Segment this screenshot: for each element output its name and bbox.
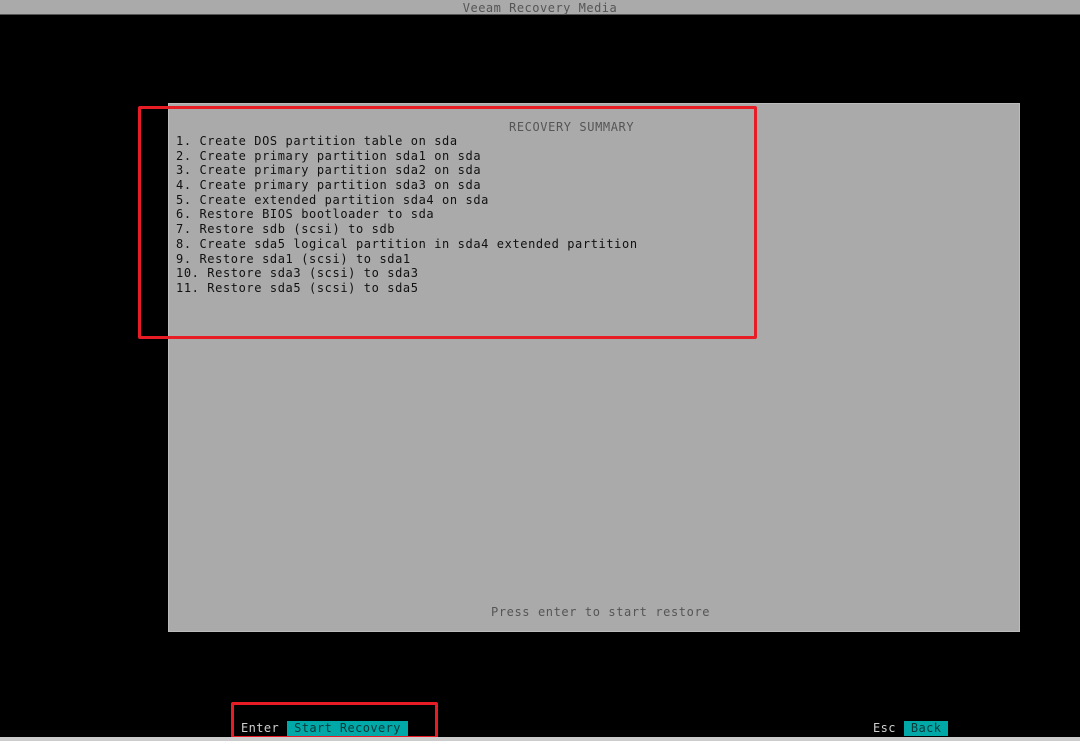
enter-key-label: Enter xyxy=(241,721,280,735)
recovery-step: 9. Restore sda1 (scsi) to sda1 xyxy=(176,251,411,266)
recovery-media-screen: Veeam Recovery Media RECOVERY SUMMARY 1.… xyxy=(0,0,1080,741)
recovery-step: 4. Create primary partition sda3 on sda xyxy=(176,178,482,193)
start-restore-hint: Press enter to start restore xyxy=(491,605,711,619)
start-recovery-shortcut[interactable]: Enter Start Recovery xyxy=(241,721,408,736)
recovery-step: 10. Restore sda3 (scsi) to sda3 xyxy=(176,266,419,281)
recovery-steps-list: 1. Create DOS partition table on sda 2. … xyxy=(176,134,638,296)
bottom-divider xyxy=(0,737,1080,741)
back-button[interactable]: Back xyxy=(903,721,949,736)
recovery-step: 3. Create primary partition sda2 on sda xyxy=(176,163,482,178)
start-recovery-button[interactable]: Start Recovery xyxy=(287,721,408,736)
recovery-step: 11. Restore sda5 (scsi) to sda5 xyxy=(176,280,419,295)
title-bar: Veeam Recovery Media xyxy=(0,0,1080,15)
back-shortcut[interactable]: Esc Back xyxy=(873,721,949,736)
recovery-step: 8. Create sda5 logical partition in sda4… xyxy=(176,236,638,251)
window-title: Veeam Recovery Media xyxy=(462,1,618,15)
recovery-step: 2. Create primary partition sda1 on sda xyxy=(176,148,482,163)
esc-key-label: Esc xyxy=(873,721,896,735)
recovery-summary-panel: RECOVERY SUMMARY 1. Create DOS partition… xyxy=(168,103,1020,632)
recovery-step: 5. Create extended partition sda4 on sda xyxy=(176,192,489,207)
recovery-summary-heading: RECOVERY SUMMARY xyxy=(509,120,635,134)
recovery-step: 1. Create DOS partition table on sda xyxy=(176,134,458,148)
recovery-step: 6. Restore BIOS bootloader to sda xyxy=(176,207,435,222)
recovery-step: 7. Restore sdb (scsi) to sdb xyxy=(176,222,396,237)
